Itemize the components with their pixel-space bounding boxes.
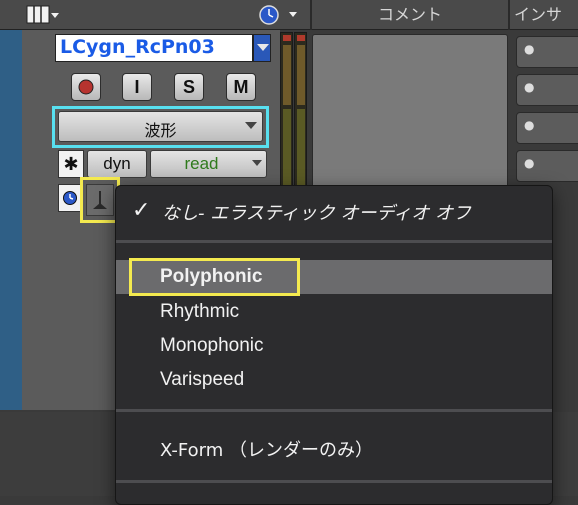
insert-dot-icon: ● bbox=[524, 118, 535, 132]
elastic-audio-button[interactable] bbox=[86, 184, 114, 216]
track-view-label: 波形 bbox=[144, 121, 177, 140]
insert-dot-icon: ● bbox=[524, 156, 535, 170]
track-name-field[interactable]: LCygn_RcPn03 bbox=[55, 34, 253, 62]
insert-dot-icon: ● bbox=[524, 80, 535, 94]
input-monitor-button[interactable]: I bbox=[122, 73, 152, 101]
checkmark-icon: ✓ bbox=[132, 197, 151, 222]
track-columns-icon[interactable] bbox=[26, 5, 60, 25]
menu-separator bbox=[116, 409, 552, 412]
dyn-button[interactable]: dyn bbox=[87, 150, 147, 178]
solo-button[interactable]: S bbox=[174, 73, 204, 101]
clock-view-icon[interactable] bbox=[258, 4, 306, 26]
timebase-icon[interactable] bbox=[58, 184, 82, 212]
menu-separator bbox=[116, 240, 552, 243]
track-view-selector[interactable]: 波形 bbox=[58, 111, 263, 142]
track-color-strip bbox=[0, 30, 22, 410]
inserts-column-header[interactable]: インサ bbox=[514, 0, 578, 30]
insert-slot[interactable]: ● bbox=[516, 150, 578, 182]
track-name-menu-button[interactable] bbox=[253, 34, 271, 62]
menu-item-xform[interactable]: X-Form （レンダーのみ） bbox=[160, 436, 520, 462]
track-name: LCygn_RcPn03 bbox=[60, 36, 215, 58]
menu-item-none-label: なし- エラスティック オーディオ オフ bbox=[162, 203, 471, 224]
menu-separator bbox=[116, 480, 552, 483]
automation-mode-selector[interactable]: read bbox=[150, 150, 267, 178]
comments-column-header[interactable]: コメント bbox=[312, 0, 508, 30]
menu-item-rhythmic[interactable]: Rhythmic bbox=[160, 301, 360, 327]
insert-slot[interactable]: ● bbox=[516, 74, 578, 106]
insert-slot[interactable]: ● bbox=[516, 112, 578, 144]
menu-item-polyphonic[interactable]: Polyphonic bbox=[160, 266, 360, 292]
insert-slot[interactable]: ● bbox=[516, 36, 578, 68]
menu-item-varispeed[interactable]: Varispeed bbox=[160, 369, 360, 395]
automation-asterisk-icon[interactable]: ✱ bbox=[58, 150, 84, 178]
insert-dot-icon: ● bbox=[524, 42, 535, 56]
menu-item-none[interactable]: ✓ なし- エラスティック オーディオ オフ bbox=[118, 194, 550, 226]
header-divider bbox=[508, 0, 510, 30]
record-enable-button[interactable] bbox=[71, 73, 101, 101]
menu-item-monophonic[interactable]: Monophonic bbox=[160, 335, 360, 361]
mute-button[interactable]: M bbox=[226, 73, 256, 101]
automation-mode-label: read bbox=[184, 154, 219, 173]
